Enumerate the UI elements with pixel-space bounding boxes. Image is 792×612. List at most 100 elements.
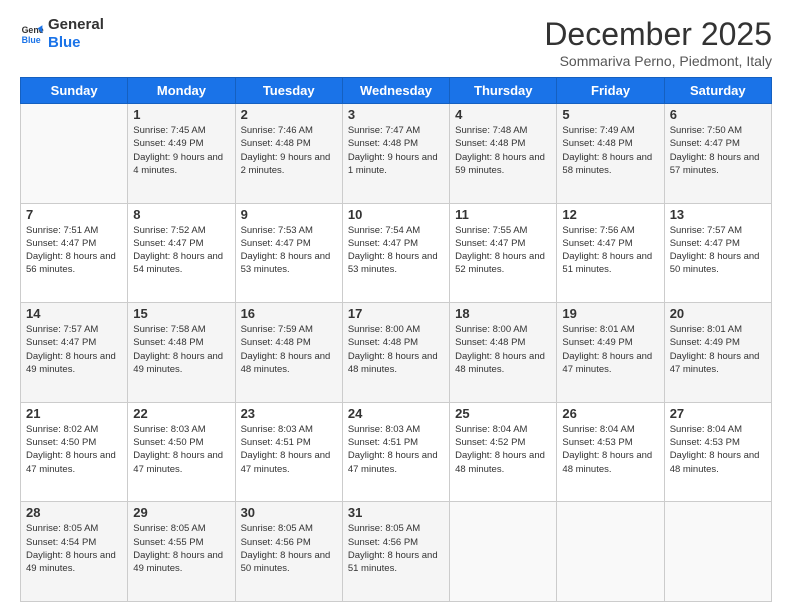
cell-details: Sunrise: 8:03 AMSunset: 4:51 PMDaylight:… [241,423,337,476]
calendar-cell [21,104,128,204]
calendar-cell: 11Sunrise: 7:55 AMSunset: 4:47 PMDayligh… [450,203,557,303]
cell-details: Sunrise: 7:53 AMSunset: 4:47 PMDaylight:… [241,224,337,277]
cell-details: Sunrise: 7:51 AMSunset: 4:47 PMDaylight:… [26,224,122,277]
weekday-header-wednesday: Wednesday [342,78,449,104]
logo-icon: General Blue [20,22,44,46]
calendar-cell: 10Sunrise: 7:54 AMSunset: 4:47 PMDayligh… [342,203,449,303]
calendar-cell: 20 Sunrise: 8:01 AMSunset: 4:49 PMDayligh… [664,303,771,403]
cell-details: Sunrise: 7:58 AMSunset: 4:48 PMDaylight:… [133,323,229,376]
day-number: 30 [241,505,337,520]
cell-details: Sunrise: 7:54 AMSunset: 4:47 PMDaylight:… [348,224,444,277]
day-number: 29 [133,505,229,520]
logo: General Blue General Blue [20,16,104,52]
cell-details: Sunrise: 8:02 AMSunset: 4:50 PMDaylight:… [26,423,122,476]
calendar-week-row: 14 Sunrise: 7:57 AMSunset: 4:47 PMDayligh… [21,303,772,403]
calendar-cell: 28Sunrise: 8:05 AMSunset: 4:54 PMDayligh… [21,502,128,602]
day-number: 14 [26,306,122,321]
cell-details: Sunrise: 8:01 AMSunset: 4:49 PMDaylight:… [562,323,658,376]
cell-details: Sunrise: 8:00 AMSunset: 4:48 PMDaylight:… [348,323,444,376]
calendar-cell: 2 Sunrise: 7:46 AMSunset: 4:48 PMDaylight… [235,104,342,204]
cell-details: Sunrise: 7:55 AMSunset: 4:47 PMDaylight:… [455,224,551,277]
cell-details: Sunrise: 7:52 AMSunset: 4:47 PMDaylight:… [133,224,229,277]
weekday-header-thursday: Thursday [450,78,557,104]
calendar-cell: 17 Sunrise: 8:00 AMSunset: 4:48 PMDayligh… [342,303,449,403]
cell-details: Sunrise: 8:05 AMSunset: 4:54 PMDaylight:… [26,522,122,575]
cell-details: Sunrise: 8:05 AMSunset: 4:56 PMDaylight:… [241,522,337,575]
calendar-cell: 30 Sunrise: 8:05 AMSunset: 4:56 PMDayligh… [235,502,342,602]
day-number: 12 [562,207,658,222]
svg-text:Blue: Blue [22,35,41,45]
calendar-cell: 14 Sunrise: 7:57 AMSunset: 4:47 PMDayligh… [21,303,128,403]
calendar-cell: 15 Sunrise: 7:58 AMSunset: 4:48 PMDayligh… [128,303,235,403]
header: General Blue General Blue December 2025 … [20,16,772,69]
day-number: 3 [348,107,444,122]
calendar-week-row: 28Sunrise: 8:05 AMSunset: 4:54 PMDayligh… [21,502,772,602]
calendar-week-row: 1 Sunrise: 7:45 AMSunset: 4:49 PMDaylight… [21,104,772,204]
day-number: 13 [670,207,766,222]
calendar-cell [450,502,557,602]
cell-details: Sunrise: 8:00 AMSunset: 4:48 PMDaylight:… [455,323,551,376]
cell-details: Sunrise: 8:03 AMSunset: 4:50 PMDaylight:… [133,423,229,476]
calendar-cell: 21 Sunrise: 8:02 AMSunset: 4:50 PMDayligh… [21,402,128,502]
day-number: 8 [133,207,229,222]
day-number: 27 [670,406,766,421]
calendar-cell: 7 Sunrise: 7:51 AMSunset: 4:47 PMDaylight… [21,203,128,303]
day-number: 6 [670,107,766,122]
cell-details: Sunrise: 8:05 AMSunset: 4:56 PMDaylight:… [348,522,444,575]
day-number: 20 [670,306,766,321]
calendar-cell: 24 Sunrise: 8:03 AMSunset: 4:51 PMDayligh… [342,402,449,502]
weekday-header-sunday: Sunday [21,78,128,104]
cell-details: Sunrise: 7:50 AMSunset: 4:47 PMDaylight:… [670,124,766,177]
day-number: 1 [133,107,229,122]
cell-details: Sunrise: 7:45 AMSunset: 4:49 PMDaylight:… [133,124,229,177]
calendar-cell: 12 Sunrise: 7:56 AMSunset: 4:47 PMDayligh… [557,203,664,303]
day-number: 21 [26,406,122,421]
weekday-header-saturday: Saturday [664,78,771,104]
day-number: 18 [455,306,551,321]
day-number: 31 [348,505,444,520]
day-number: 25 [455,406,551,421]
day-number: 9 [241,207,337,222]
day-number: 17 [348,306,444,321]
cell-details: Sunrise: 7:46 AMSunset: 4:48 PMDaylight:… [241,124,337,177]
day-number: 24 [348,406,444,421]
calendar-cell: 9 Sunrise: 7:53 AMSunset: 4:47 PMDaylight… [235,203,342,303]
logo-blue: Blue [48,34,104,52]
calendar-cell: 8 Sunrise: 7:52 AMSunset: 4:47 PMDaylight… [128,203,235,303]
day-number: 5 [562,107,658,122]
day-number: 2 [241,107,337,122]
logo-general: General [48,16,104,34]
cell-details: Sunrise: 8:03 AMSunset: 4:51 PMDaylight:… [348,423,444,476]
page: General Blue General Blue December 2025 … [0,0,792,612]
day-number: 22 [133,406,229,421]
calendar-week-row: 21 Sunrise: 8:02 AMSunset: 4:50 PMDayligh… [21,402,772,502]
calendar-cell [664,502,771,602]
calendar-cell [557,502,664,602]
calendar-cell: 13 Sunrise: 7:57 AMSunset: 4:47 PMDayligh… [664,203,771,303]
calendar-cell: 25Sunrise: 8:04 AMSunset: 4:52 PMDayligh… [450,402,557,502]
cell-details: Sunrise: 7:59 AMSunset: 4:48 PMDaylight:… [241,323,337,376]
day-number: 23 [241,406,337,421]
cell-details: Sunrise: 7:47 AMSunset: 4:48 PMDaylight:… [348,124,444,177]
calendar-cell: 22 Sunrise: 8:03 AMSunset: 4:50 PMDayligh… [128,402,235,502]
calendar-cell: 29Sunrise: 8:05 AMSunset: 4:55 PMDayligh… [128,502,235,602]
weekday-header-monday: Monday [128,78,235,104]
calendar-cell: 27 Sunrise: 8:04 AMSunset: 4:53 PMDayligh… [664,402,771,502]
day-number: 15 [133,306,229,321]
calendar-cell: 26Sunrise: 8:04 AMSunset: 4:53 PMDayligh… [557,402,664,502]
calendar-cell: 18 Sunrise: 8:00 AMSunset: 4:48 PMDayligh… [450,303,557,403]
day-number: 7 [26,207,122,222]
day-number: 4 [455,107,551,122]
calendar-cell: 19Sunrise: 8:01 AMSunset: 4:49 PMDayligh… [557,303,664,403]
cell-details: Sunrise: 7:57 AMSunset: 4:47 PMDaylight:… [26,323,122,376]
day-number: 16 [241,306,337,321]
calendar-cell: 1 Sunrise: 7:45 AMSunset: 4:49 PMDaylight… [128,104,235,204]
weekday-header-row: SundayMondayTuesdayWednesdayThursdayFrid… [21,78,772,104]
cell-details: Sunrise: 8:04 AMSunset: 4:53 PMDaylight:… [670,423,766,476]
cell-details: Sunrise: 7:56 AMSunset: 4:47 PMDaylight:… [562,224,658,277]
weekday-header-friday: Friday [557,78,664,104]
calendar-cell: 3 Sunrise: 7:47 AMSunset: 4:48 PMDaylight… [342,104,449,204]
cell-details: Sunrise: 7:57 AMSunset: 4:47 PMDaylight:… [670,224,766,277]
cell-details: Sunrise: 8:01 AMSunset: 4:49 PMDaylight:… [670,323,766,376]
calendar-cell: 31 Sunrise: 8:05 AMSunset: 4:56 PMDayligh… [342,502,449,602]
